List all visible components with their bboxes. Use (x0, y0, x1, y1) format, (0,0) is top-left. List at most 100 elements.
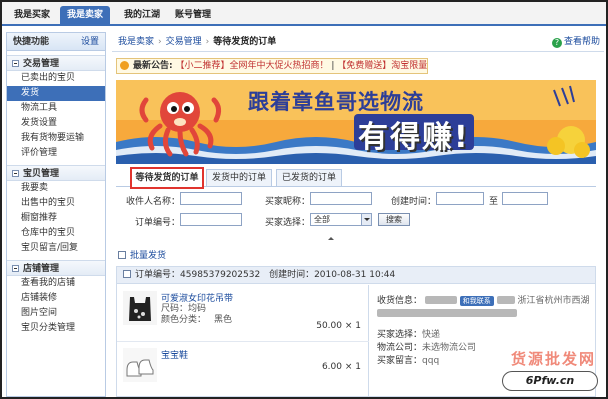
sidebar-item-reviews[interactable]: 评价管理 (7, 146, 105, 161)
tab-awaiting-shipment[interactable]: 等待发货的订单 (130, 167, 204, 189)
item-qty: × 1 (344, 321, 361, 331)
sidebar-item-freight[interactable]: 我有货物要运输 (7, 131, 105, 146)
message-value: qqq (422, 356, 440, 366)
redacted-address-bar (377, 309, 517, 317)
top-tab-account[interactable]: 账号管理 (168, 6, 218, 24)
buyer-nick-input[interactable] (310, 192, 372, 205)
promo-banner[interactable]: 跟着章鱼哥选物流 有得赚! (116, 80, 596, 164)
sidebar-item-categories[interactable]: 宝贝分类管理 (7, 321, 105, 336)
company-value: 未选物流公司 (422, 343, 477, 353)
order-tabs: 等待发货的订单 发货中的订单 已发货的订单 (116, 167, 596, 189)
recipient-input[interactable] (180, 192, 242, 205)
top-tab-buyer[interactable]: 我是买家 (8, 6, 56, 24)
item-thumbnail[interactable] (123, 348, 157, 382)
breadcrumb-separator: › (158, 37, 162, 47)
order-number: 45985379202532 (180, 270, 261, 280)
item-price-value: 50.00 (316, 321, 342, 331)
sidebar-title: 快捷功能 (13, 37, 50, 47)
item-qty: × 1 (344, 362, 361, 372)
sidebar-item-logistics-tools[interactable]: 物流工具 (7, 101, 105, 116)
help-link[interactable]: ? 查看帮助 (551, 32, 600, 52)
contact-button[interactable]: 和我联系 (459, 296, 494, 306)
redacted-address (377, 309, 517, 319)
sidebar-item-showcase[interactable]: 橱窗推荐 (7, 211, 105, 226)
logistics-company: 物流公司：未选物流公司 (377, 340, 476, 353)
buyer-choice-select[interactable]: 全部 (310, 213, 372, 226)
sidebar-item-view-shop[interactable]: 查看我的店铺 (7, 276, 105, 291)
baby-shoes-image (123, 348, 157, 382)
tab-shipping[interactable]: 发货中的订单 (206, 169, 272, 187)
chevron-down-icon (361, 214, 371, 225)
sidebar-item-on-sale[interactable]: 出售中的宝贝 (7, 196, 105, 211)
sidebar-item-images[interactable]: 图片空间 (7, 306, 105, 321)
top-nav: 我是买家 我是卖家 我的江湖 账号管理 (2, 2, 606, 26)
collapse-icon[interactable] (12, 170, 19, 177)
tab-shipped[interactable]: 已发货的订单 (276, 169, 342, 187)
receiver-info: 收货信息： 和我联系 浙江省杭州市西湖 (377, 293, 590, 306)
breadcrumb-home[interactable]: 我是卖家 (118, 37, 154, 47)
announcement-link-1[interactable]: 【小二推荐】全网年中大促火热招商！ (175, 61, 328, 71)
batch-ship-label[interactable]: 批量发货 (130, 251, 166, 261)
sidebar: 快捷功能 设置 交易管理 已卖出的宝贝 发货 物流工具 发货设置 我有货物要运输… (6, 32, 106, 397)
company-label: 物流公司： (377, 343, 423, 353)
collapse-up-icon[interactable] (328, 237, 334, 240)
sidebar-section-shop[interactable]: 店铺管理 (7, 260, 105, 276)
collapse-icon[interactable] (12, 60, 19, 67)
message-label: 买家留言： (377, 356, 423, 366)
buyer-message: 买家留言：qqq (377, 353, 439, 366)
order-created: 2010-08-31 10:44 (314, 270, 396, 280)
watermark-logo: 6Pfw.cn (502, 371, 598, 391)
announcement-label: 最新公告: (133, 61, 173, 71)
section-title: 店铺管理 (23, 264, 60, 274)
order-number-input[interactable] (180, 213, 242, 226)
section-title: 交易管理 (23, 59, 60, 69)
order-checkbox[interactable] (123, 270, 131, 278)
section-title: 宝贝管理 (23, 169, 60, 179)
search-button[interactable]: 搜索 (378, 213, 410, 226)
order-header: 订单编号：45985379202532 创建时间：2010-08-31 10:4… (117, 267, 595, 284)
order-item: 宝宝鞋 6.00 × 1 (117, 341, 369, 397)
announcement-link-2[interactable]: 【免费赠送】淘宝限量蚂蚁公仔！ (337, 61, 427, 71)
item-thumbnail[interactable] (123, 291, 157, 325)
top-tab-jianghu[interactable]: 我的江湖 (118, 6, 166, 24)
top-tab-seller[interactable]: 我是卖家 (60, 6, 110, 24)
collapse-icon[interactable] (12, 265, 19, 272)
watermark-text: 货源批发网 (510, 350, 596, 368)
sidebar-item-ship-settings[interactable]: 发货设置 (7, 116, 105, 131)
sidebar-item-sell[interactable]: 我要卖 (7, 181, 105, 196)
buyer-choice-label: 买家选择： (264, 218, 310, 228)
sidebar-item-sold[interactable]: 已卖出的宝贝 (7, 71, 105, 86)
order-number-label: 订单编号： (135, 270, 181, 280)
shipping-choice: 买家选择：快递 (377, 327, 440, 340)
item-price-value: 6.00 (321, 362, 342, 372)
created-to-input[interactable] (502, 192, 548, 205)
sidebar-item-warehouse[interactable]: 仓库中的宝贝 (7, 226, 105, 241)
sidebar-item-decorate[interactable]: 店铺装修 (7, 291, 105, 306)
sidebar-settings-link[interactable]: 设置 (81, 33, 99, 51)
receiver-label: 收货信息： (377, 296, 423, 306)
announcement-icon (120, 61, 129, 70)
sidebar-item-comments[interactable]: 宝贝留言/回复 (7, 241, 105, 256)
created-time-label: 创建时间： (390, 197, 436, 207)
sidebar-section-items[interactable]: 宝贝管理 (7, 165, 105, 181)
item-name-link[interactable]: 宝宝鞋 (161, 348, 188, 361)
order-created-label: 创建时间： (269, 270, 315, 280)
shipping-value: 快递 (422, 330, 441, 340)
batch-checkbox[interactable] (118, 251, 126, 259)
item-color-value: 黑色 (214, 315, 233, 325)
receiver-address: 浙江省杭州市西湖 (517, 296, 590, 306)
sidebar-section-trade[interactable]: 交易管理 (7, 55, 105, 71)
breadcrumb-section[interactable]: 交易管理 (166, 37, 202, 47)
announcement-divider: | (331, 61, 335, 71)
recipient-label: 收件人名称： (125, 197, 180, 207)
banner-subtitle: 有得赚! (358, 120, 470, 155)
created-from-input[interactable] (436, 192, 484, 205)
buyer-nick-label: 买家昵称： (264, 197, 310, 207)
breadcrumb-current: 等待发货的订单 (213, 37, 277, 47)
help-label: 查看帮助 (563, 37, 600, 47)
redacted-phone (496, 296, 515, 304)
sidebar-item-ship[interactable]: 发货 (7, 86, 105, 101)
buyer-choice-value: 全部 (314, 215, 330, 224)
batch-ship[interactable]: 批量发货 (118, 250, 166, 262)
order-number-label: 订单编号： (134, 218, 180, 228)
